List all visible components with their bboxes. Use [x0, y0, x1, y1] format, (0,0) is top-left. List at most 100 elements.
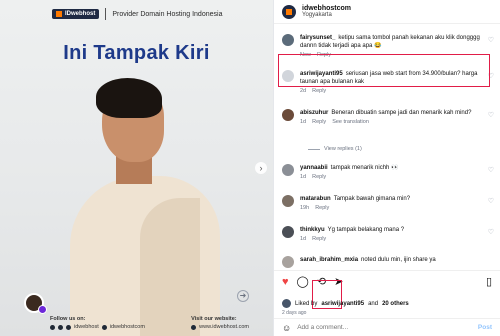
brand-bar: IDwebhost Provider Domain Hosting Indone… — [52, 8, 253, 20]
view-replies[interactable]: View replies (1) — [308, 146, 362, 152]
comment-time: 1d — [300, 119, 307, 125]
comment-meta: 2d Reply — [300, 88, 480, 94]
action-bar: ♥ ◯ ⟲ ➤ ▯ — [274, 270, 500, 292]
heart-icon[interactable]: ♡ — [488, 228, 494, 236]
person-photo — [70, 78, 220, 336]
comment-time: 2d — [300, 88, 307, 94]
header-text: idwebhostcom Yogyakarta — [302, 5, 351, 18]
comment-username[interactable]: yannaabii — [300, 165, 328, 171]
emoji-icon[interactable]: ☺ — [282, 323, 291, 333]
brand-logo-icon — [56, 11, 62, 17]
avatar[interactable] — [282, 109, 294, 121]
brand-logo: IDwebhost — [52, 9, 100, 19]
chevron-right-icon[interactable]: › — [255, 162, 267, 174]
comment-text: abiszuhur Beneran dibuatin sampe jadi dan… — [300, 109, 480, 117]
visit-row: www.idwebhost.com — [191, 324, 249, 330]
comment-content: Yg tampak belakang mana ? — [327, 227, 405, 233]
post-header: idwebhostcom Yogyakarta — [274, 0, 500, 24]
reply-button[interactable]: Reply — [315, 205, 329, 211]
heart-icon[interactable]: ♡ — [488, 197, 494, 205]
see-translation-link[interactable]: See translation — [332, 119, 369, 125]
comment-item: sarah_ibrahim_mxia noted dulu min, ijin s… — [274, 256, 500, 268]
comment-time: 1d — [300, 236, 307, 242]
visit-section: Visit our website: www.idwebhost.com — [191, 316, 249, 330]
post-button[interactable]: Post — [478, 324, 492, 331]
comment-body: yannaabii tampak menarik nichh 👀 1d Reply — [300, 164, 480, 180]
header-location[interactable]: Yogyakarta — [302, 12, 351, 18]
comment-meta: 1d Reply — [300, 236, 480, 242]
comment-content: noted dulu min, ijin share ya — [361, 257, 436, 263]
social-handle: idwebhostcom — [109, 324, 145, 330]
heart-icon[interactable]: ♡ — [488, 166, 494, 174]
visit-url: www.idwebhost.com — [199, 324, 249, 330]
likes-others[interactable]: 20 others — [382, 301, 409, 307]
comment-username[interactable]: fairysunset_ — [300, 35, 335, 41]
comment-body: sarah_ibrahim_mxia noted dulu min, ijin s… — [300, 256, 480, 268]
avatar[interactable] — [282, 195, 294, 207]
comment-content: Tampak bawah gimana min? — [333, 196, 411, 202]
comments-panel: idwebhostcom Yogyakarta fairysunset_ keti… — [273, 0, 500, 336]
heart-icon[interactable]: ♡ — [488, 36, 494, 44]
visit-label: Visit our website: — [191, 316, 237, 322]
comment-meta: 19h Reply — [300, 205, 480, 211]
avatar[interactable] — [282, 299, 291, 308]
threads-badge-icon — [38, 305, 47, 314]
post-image[interactable]: IDwebhost Provider Domain Hosting Indone… — [0, 0, 273, 336]
comment-username[interactable]: matarabun — [300, 196, 331, 202]
avatar[interactable] — [282, 4, 296, 19]
instagram-icon — [58, 324, 63, 330]
comment-username[interactable]: sarah_ibrahim_mxia — [300, 257, 358, 263]
globe-icon — [191, 324, 197, 330]
avatar[interactable] — [282, 256, 294, 268]
facebook-icon — [50, 324, 55, 330]
avatar[interactable] — [282, 34, 294, 46]
view-replies-label[interactable]: View replies (1) — [324, 146, 362, 152]
comment-username[interactable]: thinkkyu — [300, 227, 325, 233]
comment-item: thinkkyu Yg tampak belakang mana ? 1d Rep… — [274, 226, 500, 242]
comments-list[interactable]: fairysunset_ ketipu sama tombol panah kek… — [274, 24, 500, 270]
comment-body: matarabun Tampak bawah gimana min? 19h Re… — [300, 195, 480, 211]
comment-item: yannaabii tampak menarik nichh 👀 1d Reply… — [274, 164, 500, 180]
comment-icon[interactable]: ◯ — [297, 276, 309, 288]
likes-summary: Liked by asriwijayanti95 and 20 others — [282, 299, 409, 308]
likes-prefix: Liked by — [295, 300, 318, 307]
comment-content: Beneran dibuatin sampe jadi dan menarik … — [331, 110, 472, 116]
comment-content: tampak menarik nichh 👀 — [330, 165, 399, 171]
comment-text: yannaabii tampak menarik nichh 👀 — [300, 164, 480, 172]
comment-item: abiszuhur Beneran dibuatin sampe jadi dan… — [274, 109, 500, 125]
comment-text: thinkkyu Yg tampak belakang mana ? — [300, 226, 480, 234]
divider — [105, 8, 107, 20]
view-replies-line — [308, 148, 320, 150]
person-hair — [96, 78, 162, 118]
avatar[interactable] — [282, 164, 294, 176]
social-row: idwebhost idwebhostcom — [50, 324, 145, 330]
save-icon[interactable]: ▯ — [486, 276, 492, 288]
reply-button[interactable]: Reply — [312, 119, 326, 125]
header-username[interactable]: idwebhostcom — [302, 5, 351, 12]
reply-button[interactable]: Reply — [312, 174, 326, 180]
youtube-icon — [101, 324, 107, 330]
comment-item: matarabun Tampak bawah gimana min? 19h Re… — [274, 195, 500, 211]
comment-time: 19h — [300, 205, 310, 211]
comment-text: sarah_ibrahim_mxia noted dulu min, ijin s… — [300, 256, 480, 264]
post-date: 2 days ago — [282, 310, 307, 316]
likes-and: and — [368, 300, 379, 307]
comment-input[interactable] — [297, 324, 448, 331]
comment-meta: 1d Reply See translation — [300, 119, 480, 125]
post-footer: Follow us on: idwebhost idwebhostcom Vis… — [50, 316, 249, 330]
reply-button[interactable]: Reply — [312, 88, 326, 94]
instagram-post-view: IDwebhost Provider Domain Hosting Indone… — [0, 0, 500, 336]
comment-meta: 1d Reply — [300, 174, 480, 180]
comment-username[interactable]: abiszuhur — [300, 110, 328, 116]
comment-text: matarabun Tampak bawah gimana min? — [300, 195, 480, 203]
reply-button[interactable]: Reply — [312, 236, 326, 242]
next-arrow-icon: ➜ — [237, 290, 249, 302]
heart-icon[interactable]: ♥ — [282, 276, 289, 288]
tiktok-icon — [66, 324, 71, 330]
add-comment-bar: ☺ Post — [274, 318, 500, 336]
follow-handle: idwebhost — [74, 324, 99, 330]
avatar[interactable] — [282, 226, 294, 238]
likes-user[interactable]: asriwijayanti95 — [321, 301, 364, 307]
brand-logo-text: IDwebhost — [65, 11, 96, 17]
heart-icon[interactable]: ♡ — [488, 111, 494, 119]
